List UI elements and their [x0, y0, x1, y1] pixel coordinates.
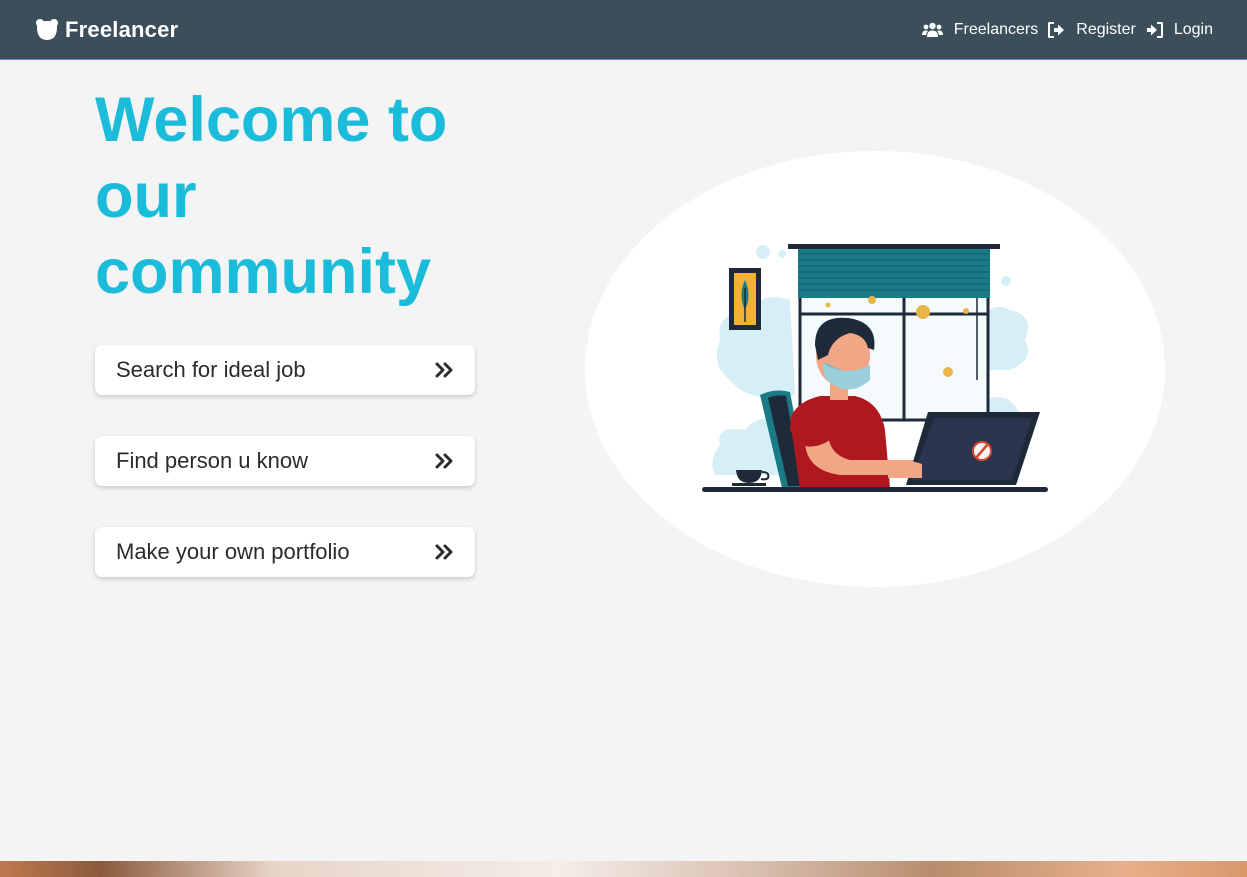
action-label: Make your own portfolio [116, 539, 350, 564]
brand-name: Freelancer [65, 16, 179, 42]
nav-link-label: Freelancers [953, 20, 1039, 38]
footer-image-strip [0, 861, 1247, 877]
search-job-button[interactable]: Search for ideal job [95, 345, 475, 395]
bear-logo-icon [35, 18, 59, 42]
navbar: Freelancer Freelancers Register Login [0, 0, 1247, 60]
portfolio-button[interactable]: Make your own portfolio [95, 527, 475, 577]
nav-link-label: Register [1076, 20, 1136, 38]
hero-title: Welcome to our community [95, 85, 448, 307]
sign-out-icon [1048, 21, 1065, 38]
action-label: Search for ideal job [116, 357, 306, 382]
nav-link-freelancers[interactable]: Freelancers [921, 20, 1039, 39]
nav-links: Freelancers Register Login [921, 20, 1213, 39]
sign-in-icon [1146, 21, 1163, 38]
double-chevron-right-icon [435, 544, 455, 560]
nav-link-register[interactable]: Register [1048, 21, 1136, 39]
double-chevron-right-icon [435, 362, 455, 378]
remote-worker-illustration [702, 244, 1048, 492]
users-icon [921, 22, 943, 38]
double-chevron-right-icon [435, 453, 455, 469]
brand-link[interactable]: Freelancer [35, 17, 178, 43]
action-label: Find person u know [116, 448, 308, 473]
find-person-button[interactable]: Find person u know [95, 436, 475, 486]
nav-link-label: Login [1173, 20, 1213, 38]
nav-link-login[interactable]: Login [1146, 21, 1213, 39]
